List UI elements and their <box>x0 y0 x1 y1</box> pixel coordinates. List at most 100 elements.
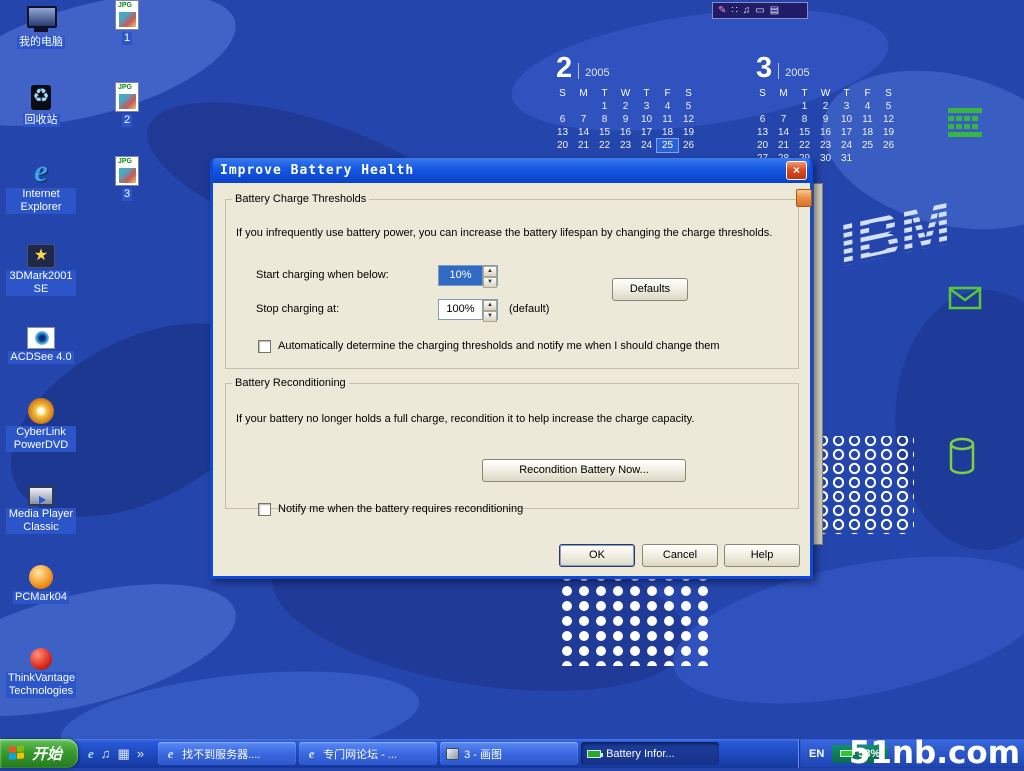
start-charging-spinbox[interactable]: 10% ▲▼ <box>438 265 498 286</box>
internet-explorer-icon: e <box>26 156 56 186</box>
calendar-date: 3 <box>836 100 857 113</box>
calendar-date <box>857 152 878 165</box>
desktop-file-icon[interactable]: JPG 3 <box>92 156 162 201</box>
desktop-icon-powerdvd[interactable]: CyberLink PowerDVD <box>6 396 76 452</box>
quick-launch: e ♫ ▦ » <box>78 746 154 762</box>
calendar-day-header: W <box>815 87 836 100</box>
calendar-day-header: S <box>552 87 573 100</box>
calendar-date: 18 <box>657 126 678 139</box>
desktop-file-icon[interactable]: JPG2 <box>92 82 162 127</box>
calendar-date: 12 <box>878 113 899 126</box>
dots-icon[interactable]: ∷ <box>731 3 737 18</box>
calendar-date: 26 <box>878 139 899 152</box>
desktop-icon-internet-explorer[interactable]: eInternet Explorer <box>6 156 76 214</box>
default-note: (default) <box>509 303 549 316</box>
media-player-quick-icon[interactable]: ♫ <box>101 746 111 761</box>
calendar-day-header: M <box>773 87 794 100</box>
spin-down-icon[interactable]: ▼ <box>483 277 497 288</box>
stop-charging-spinbox[interactable]: 100% ▲▼ <box>438 299 498 320</box>
desktop-icon-label: Media Player Classic <box>6 508 76 534</box>
jpg-file-icon: JPG <box>115 156 139 186</box>
calendar-date: 19 <box>678 126 699 139</box>
display-icon[interactable]: ▭ <box>755 3 764 18</box>
calendar-date: 30 <box>815 152 836 165</box>
calendar-date: 22 <box>794 139 815 152</box>
desktop-icon-label: PCMark04 <box>13 591 69 604</box>
floating-toolbar[interactable]: ✎ ∷ ♫ ▭ ▤ <box>712 2 808 19</box>
calendar-month-number: 2 <box>556 54 572 82</box>
more-chevron-icon[interactable]: » <box>137 746 144 761</box>
calendar-date: 7 <box>773 113 794 126</box>
taskbar-tasks: 找不到服务器....专门网论坛 - ... 3 - 画图 Battery Infor… <box>154 742 798 765</box>
desktop-icon-recycle-bin[interactable]: ♻回收站 <box>6 82 76 127</box>
document-icon[interactable]: ▤ <box>770 3 779 18</box>
desktop-icon-thinkvantage[interactable]: ThinkVantage Technologies <box>6 644 76 698</box>
desktop-icon-3dmark2001[interactable]: ★3DMark2001 SE <box>6 240 76 296</box>
close-icon[interactable]: × <box>786 161 807 180</box>
desktop-icon-my-computer[interactable]: 我的电脑 <box>6 4 76 49</box>
cancel-button[interactable]: Cancel <box>642 544 718 567</box>
start-charging-label: Start charging when below: <box>256 269 389 282</box>
calendar-date: 2 <box>615 100 636 113</box>
calendar-date: 15 <box>594 126 615 139</box>
spin-up-icon[interactable]: ▲ <box>483 266 497 277</box>
task-label: Battery Infor... <box>606 748 674 760</box>
battery-charge-thresholds-group: Battery Charge Thresholds If you infrequ… <box>225 193 799 369</box>
calendar-date: 11 <box>857 113 878 126</box>
help-button[interactable]: Help <box>724 544 800 567</box>
pen-icon[interactable]: ✎ <box>718 3 726 18</box>
spinner-buttons: ▲▼ <box>482 266 497 285</box>
desktop-icon-label: 我的电脑 <box>17 36 65 49</box>
notify-reconditioning-checkbox[interactable] <box>258 503 271 516</box>
desktop-icon-pcmark04[interactable]: PCMark04 <box>6 562 76 604</box>
desktop-icon-mpc[interactable]: Media Player Classic <box>6 481 76 534</box>
stop-charging-value[interactable]: 100% <box>439 300 482 319</box>
auto-determine-checkbox[interactable] <box>258 340 271 353</box>
mpc-icon <box>28 481 54 506</box>
spin-up-icon[interactable]: ▲ <box>483 300 497 311</box>
paint-task-icon <box>446 748 459 760</box>
desktop-icon-acdsee[interactable]: ACDSee 4.0 <box>6 322 76 364</box>
calendar-day-header: S <box>878 87 899 100</box>
calendar-day-header: W <box>615 87 636 100</box>
calendar-date: 24 <box>636 139 657 152</box>
battery-reconditioning-group: Battery Reconditioning If your battery n… <box>225 377 799 509</box>
task-button[interactable]: Battery Infor... <box>581 742 719 765</box>
calendar-day-header: F <box>857 87 878 100</box>
calendar-date: 25 <box>657 139 678 152</box>
task-label: 3 - 画图 <box>464 746 502 762</box>
desktop-file-icon[interactable]: JPG1 <box>92 0 162 45</box>
reconditioning-description: If your battery no longer holds a full c… <box>236 413 788 426</box>
group-title: Battery Charge Thresholds <box>232 193 369 205</box>
improve-battery-health-dialog: Improve Battery Health × Battery Charge … <box>210 158 813 579</box>
desktop-icon-label: 3 <box>122 188 132 201</box>
battery-task-icon <box>587 750 601 758</box>
calendar-date: 1 <box>794 100 815 113</box>
language-indicator[interactable]: EN <box>809 748 824 760</box>
wallpaper-ring-grid <box>820 436 914 534</box>
calendar-separator <box>578 63 579 79</box>
ie-quick-icon[interactable]: e <box>88 746 94 762</box>
start-charging-value[interactable]: 10% <box>439 266 482 285</box>
task-button[interactable]: 专门网论坛 - ... <box>299 742 437 765</box>
calendar-date <box>773 100 794 113</box>
show-desktop-icon[interactable]: ▦ <box>118 746 130 762</box>
calendar-date: 25 <box>857 139 878 152</box>
recondition-battery-button[interactable]: Recondition Battery Now... <box>482 459 686 482</box>
recycle-bin-icon: ♻ <box>26 82 56 112</box>
start-button[interactable]: 开始 <box>0 739 78 768</box>
windows-logo-icon <box>9 745 26 761</box>
task-button[interactable]: 找不到服务器.... <box>158 742 296 765</box>
background-window-button[interactable] <box>796 189 812 207</box>
ok-button[interactable]: OK <box>559 544 635 567</box>
thinkvantage-icon <box>30 644 52 670</box>
calendar-header: 22005 <box>552 54 710 82</box>
desktop-icon-label: 1 <box>122 32 132 45</box>
calendar-date: 5 <box>678 100 699 113</box>
speaker-icon[interactable]: ♫ <box>743 3 751 18</box>
calendar-date: 3 <box>636 100 657 113</box>
task-button[interactable]: 3 - 画图 <box>440 742 578 765</box>
dialog-titlebar[interactable]: Improve Battery Health × <box>213 158 810 183</box>
defaults-button[interactable]: Defaults <box>612 278 688 301</box>
spin-down-icon[interactable]: ▼ <box>483 311 497 322</box>
